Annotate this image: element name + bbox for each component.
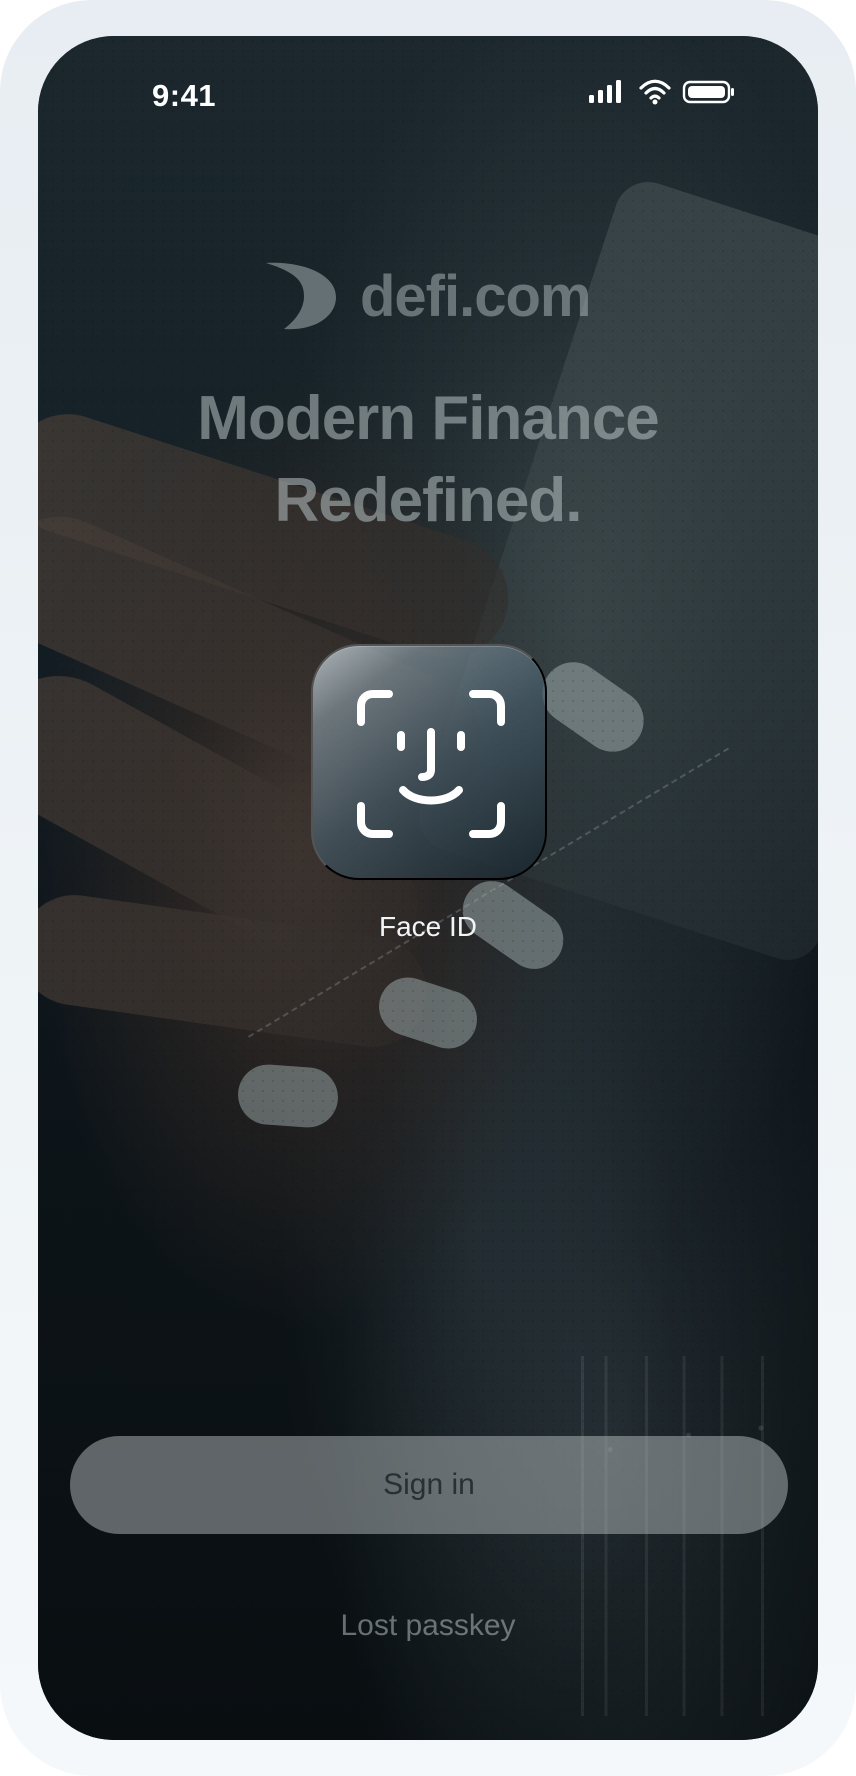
- hero-title-line-2: Redefined.: [274, 466, 583, 535]
- wifi-icon: [639, 79, 671, 105]
- brand-name: defi.com: [360, 263, 591, 329]
- signal-icon: [589, 80, 621, 103]
- hero-title-line-1: Modern Finance: [197, 384, 659, 453]
- battery-icon: [682, 80, 734, 104]
- lost-passkey-link[interactable]: Lost passkey: [38, 1609, 818, 1643]
- face-id-label: Face ID: [378, 911, 478, 942]
- face-id-icon: [357, 690, 505, 838]
- sign-in-button[interactable]: Sign in: [70, 1436, 788, 1534]
- device-frame: 9:41 defi.com Modern Finance Redefined. …: [0, 0, 856, 1776]
- brand: defi.com: [266, 261, 591, 331]
- login-screen: 9:41 defi.com Modern Finance Redefined. …: [38, 36, 818, 1740]
- status-icons: [588, 78, 758, 106]
- hero-title: Modern Finance Redefined.: [38, 378, 818, 542]
- status-time: 9:41: [152, 78, 217, 113]
- defi-logo-icon: [266, 262, 336, 330]
- face-id-button[interactable]: [311, 644, 547, 880]
